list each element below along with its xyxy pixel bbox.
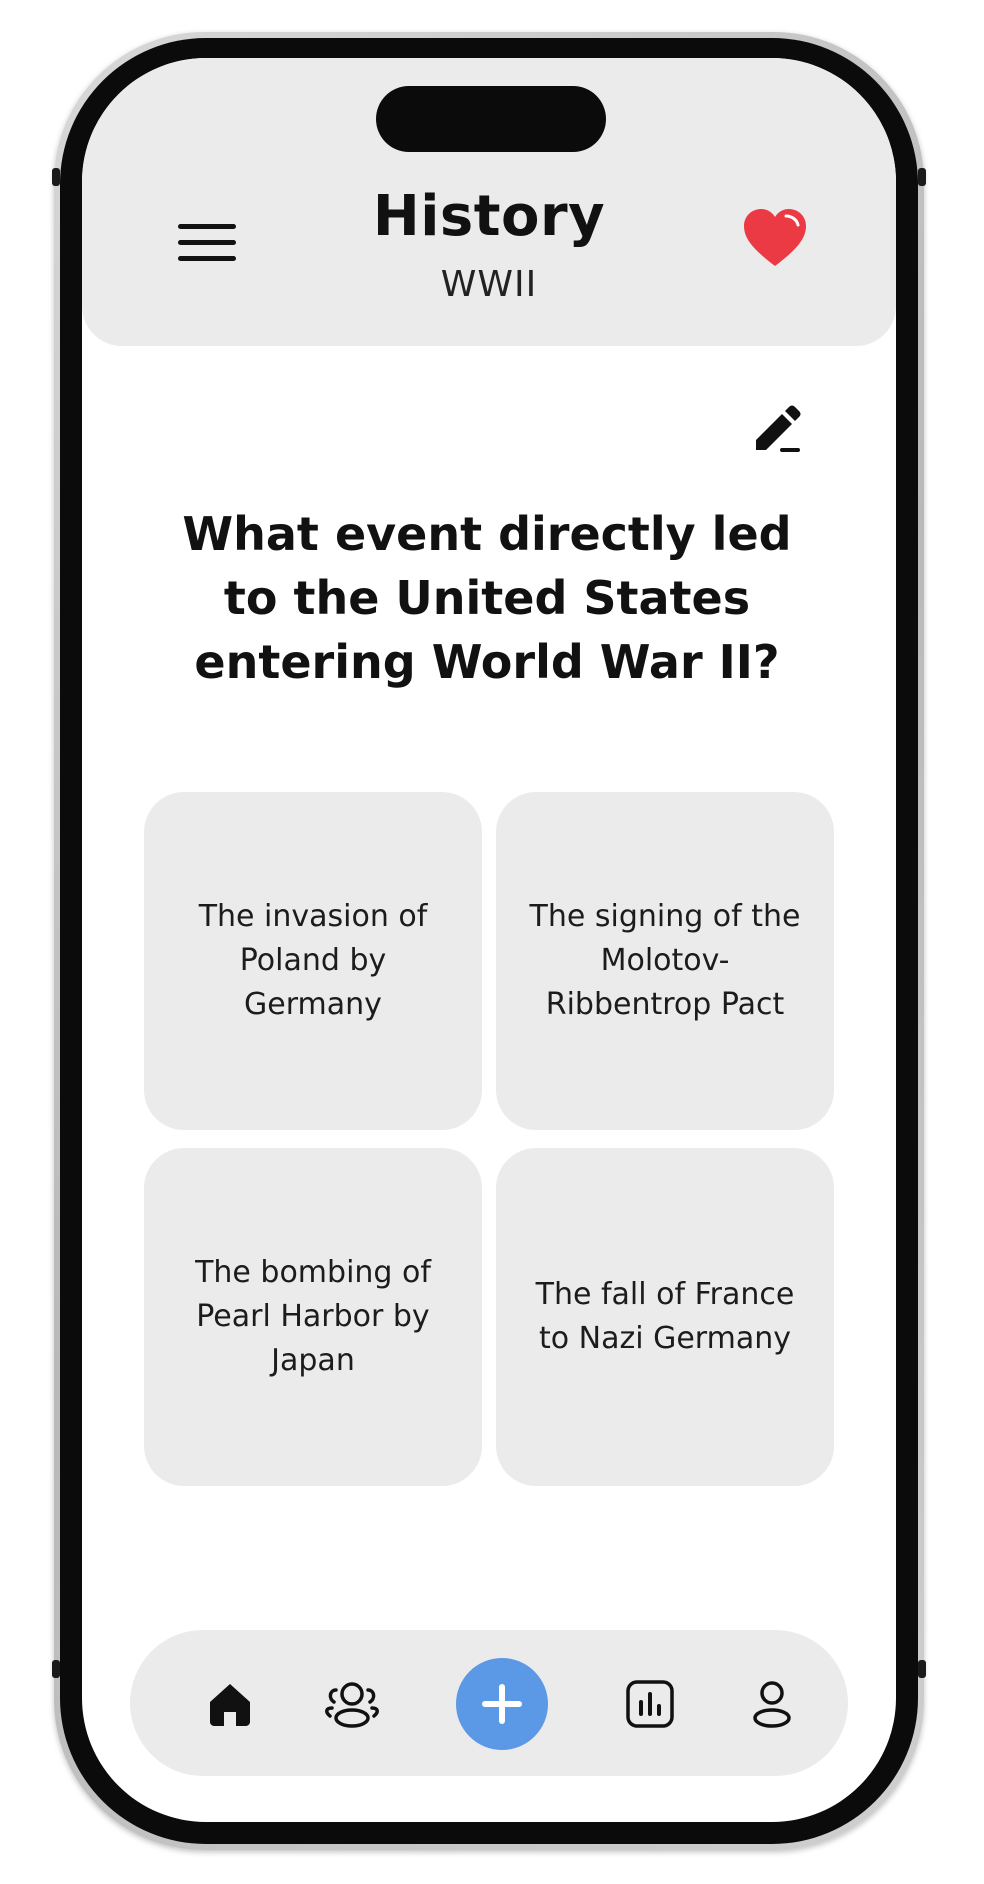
answer-option-3[interactable]: The bombing of Pearl Harbor by Japan — [144, 1148, 482, 1486]
home-icon[interactable] — [204, 1678, 256, 1730]
hamburger-menu-icon[interactable] — [178, 222, 236, 264]
community-icon[interactable] — [322, 1678, 382, 1730]
page-subtitle: WWII — [440, 264, 538, 305]
phone-side-button — [52, 1660, 60, 1678]
bottom-navigation — [130, 1630, 848, 1776]
page-title: History — [372, 184, 606, 249]
phone-screen: History WWII What event directly led to … — [82, 58, 896, 1822]
question-text: What event directly led to the United St… — [182, 507, 792, 689]
phone-side-button — [918, 1660, 926, 1678]
pencil-icon[interactable] — [752, 404, 804, 456]
profile-icon[interactable] — [746, 1678, 798, 1730]
dynamic-island — [376, 86, 606, 152]
answer-option-1[interactable]: The invasion of Poland by Germany — [144, 792, 482, 1130]
stats-icon[interactable] — [624, 1678, 676, 1730]
heart-icon[interactable] — [742, 206, 808, 272]
answer-option-2[interactable]: The signing of the Molotov-Ribbentrop Pa… — [496, 792, 834, 1130]
app-screenshot: History WWII What event directly led to … — [0, 0, 984, 1884]
answer-option-4[interactable]: The fall of France to Nazi Germany — [496, 1148, 834, 1486]
add-icon[interactable] — [456, 1658, 548, 1750]
phone-side-button — [52, 168, 60, 186]
phone-side-button — [918, 168, 926, 186]
